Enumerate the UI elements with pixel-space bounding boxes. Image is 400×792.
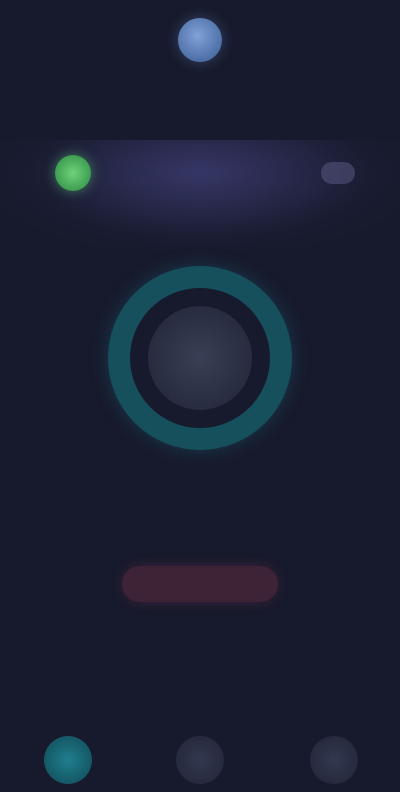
bottom-tab-bar (0, 730, 400, 792)
tab-settings[interactable] (310, 736, 358, 784)
ring-center[interactable] (148, 306, 252, 410)
status-menu-button[interactable] (321, 162, 355, 184)
status-row (55, 152, 355, 194)
disconnect-button[interactable] (122, 566, 278, 602)
header-subtitle (120, 64, 280, 82)
tab-stats[interactable] (176, 736, 224, 784)
avatar[interactable] (178, 18, 222, 62)
status-indicator-icon (55, 155, 91, 191)
tab-home[interactable] (44, 736, 92, 784)
